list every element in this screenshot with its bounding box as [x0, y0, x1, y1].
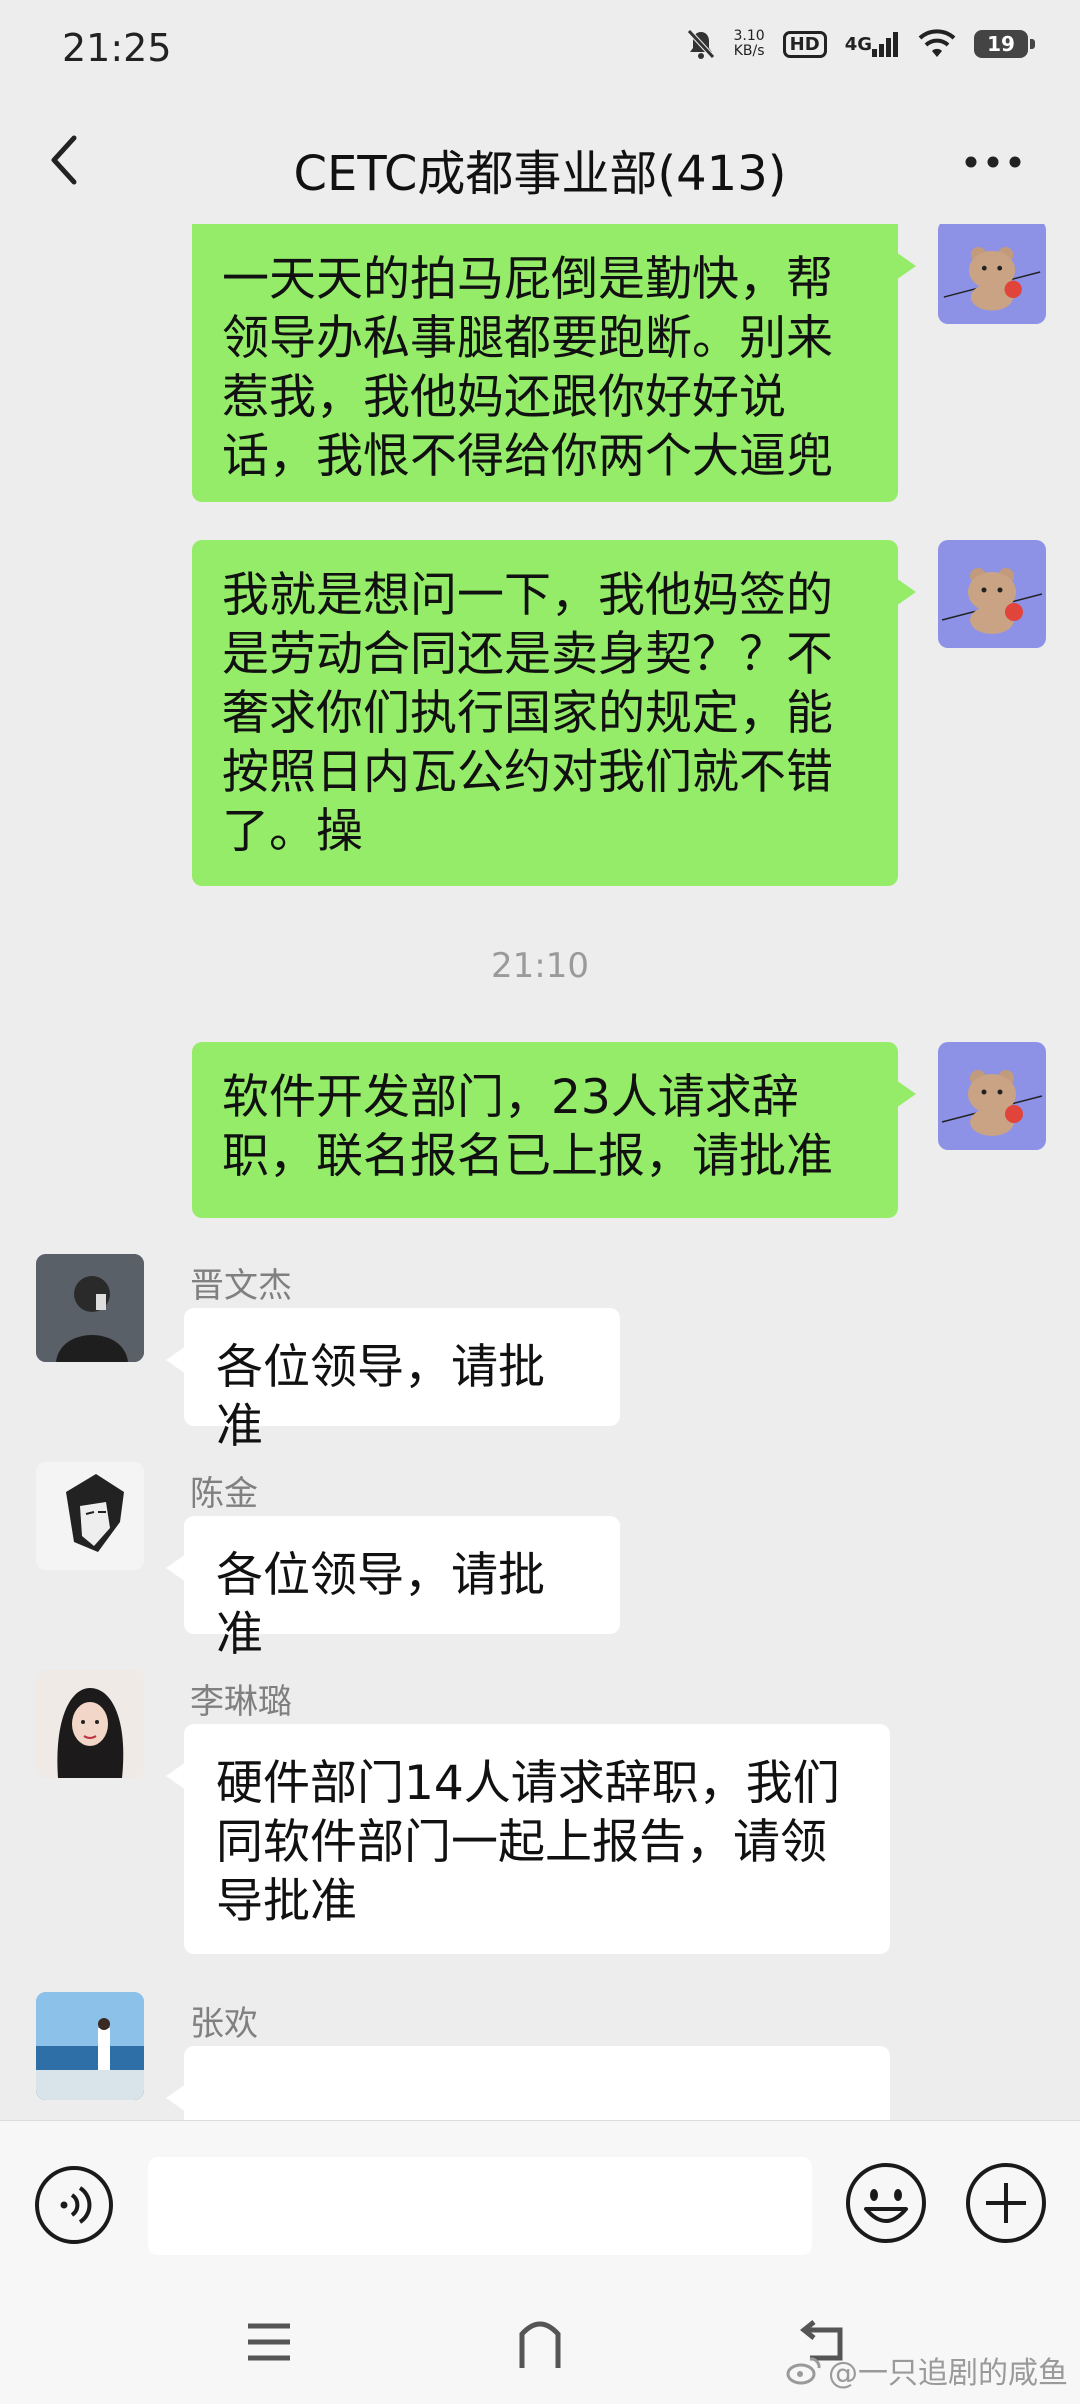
my-avatar[interactable] [938, 224, 1046, 324]
incoming-message-bubble[interactable]: 各位领导，请批准 [166, 1516, 620, 1662]
watermark-text: @一只追剧的咸鱼 [828, 2356, 1068, 2391]
timestamp-divider: 21:10 [491, 946, 589, 986]
sketch-portrait-icon [36, 1462, 144, 1570]
outgoing-message-bubble[interactable]: 我就是想问一下，我他妈签的是劳动合同还是卖身契？？不奢求你们执行国家的规定，能按… [192, 540, 916, 886]
plus-icon [966, 2163, 1046, 2243]
message-input[interactable] [148, 2157, 812, 2255]
emoji-icon [846, 2163, 926, 2243]
incoming-message-bubble[interactable] [166, 2046, 890, 2120]
message-text: 软件开发部门，23人请求辞职，联名报名已上报，请批准 [222, 1070, 833, 1184]
incoming-message-bubble[interactable]: 硬件部门14人请求辞职，我们同软件部门一起上报告，请领导批准 [166, 1724, 890, 1954]
battery-indicator: 19 [974, 30, 1035, 58]
message-list[interactable]: 一天天的拍马屁倒是勤快，帮领导办私事腿都要跑断。别来惹我，我他妈还跟你好好说话，… [0, 224, 1080, 2120]
bear-avatar-icon [941, 1070, 1043, 1136]
recent-apps-button[interactable] [246, 2320, 292, 2364]
input-bar [0, 2120, 1080, 2291]
sender-avatar[interactable] [36, 1992, 144, 2100]
sender-avatar[interactable] [36, 1254, 144, 1362]
sender-name: 陈金 [190, 1474, 258, 1514]
status-bar: 21:25 3.10 KB/s HD 4G 19 [0, 0, 1080, 96]
my-avatar[interactable] [938, 1042, 1046, 1150]
more-dots-icon [965, 156, 1021, 168]
sender-avatar[interactable] [36, 1462, 144, 1570]
hd-badge: HD [782, 30, 827, 58]
voice-button[interactable] [34, 2165, 114, 2245]
message-text: 各位领导，请批准 [216, 1548, 545, 1662]
my-avatar[interactable] [938, 540, 1046, 648]
chat-header: CETC成都事业部(413) [0, 96, 1080, 224]
net-speed: 3.10 KB/s [734, 29, 765, 59]
incoming-message-bubble[interactable]: 各位领导，请批准 [166, 1308, 620, 1454]
status-icons: 3.10 KB/s HD 4G 19 [686, 28, 1035, 60]
net-speed-unit: KB/s [733, 43, 765, 59]
more-button[interactable] [958, 142, 1028, 182]
message-text: 硬件部门14人请求辞职，我们同软件部门一起上报告，请领导批准 [216, 1756, 840, 1929]
voice-icon [35, 2166, 113, 2244]
network-type: 4G [844, 33, 872, 55]
message-text: 各位领导，请批准 [216, 1340, 545, 1454]
home-arch-icon [519, 2321, 561, 2368]
sender-name: 李琳璐 [190, 1682, 292, 1722]
sender-name: 张欢 [190, 2004, 258, 2044]
outgoing-message-bubble[interactable]: 一天天的拍马屁倒是勤快，帮领导办私事腿都要跑断。别来惹我，我他妈还跟你好好说话，… [192, 224, 916, 502]
weibo-logo-icon [786, 2357, 821, 2385]
sender-avatar[interactable] [36, 1670, 144, 1778]
cellular-signal-icon: 4G [845, 31, 900, 57]
net-speed-value: 3.10 [733, 28, 765, 44]
sender-name: 晋文杰 [190, 1266, 292, 1306]
message-text: 一天天的拍马屁倒是勤快，帮领导办私事腿都要跑断。别来惹我，我他妈还跟你好好说话，… [222, 252, 833, 484]
person-photo-icon [36, 1254, 144, 1362]
more-features-button[interactable] [964, 2161, 1048, 2245]
message-text: 我就是想问一下，我他妈签的是劳动合同还是卖身契？？不奢求你们执行国家的规定，能按… [222, 568, 833, 859]
menu-lines-icon [248, 2323, 290, 2361]
mute-bell-icon [686, 28, 716, 60]
watermark: @一只追剧的咸鱼 [786, 2348, 1068, 2392]
bear-avatar-icon [943, 246, 1041, 311]
emoji-button[interactable] [844, 2161, 928, 2245]
chat-title: CETC成都事业部(413) [293, 146, 787, 202]
bear-avatar-icon [941, 568, 1043, 634]
wifi-icon [918, 29, 956, 59]
outgoing-message-bubble[interactable]: 软件开发部门，23人请求辞职，联名报名已上报，请批准 [192, 1042, 916, 1218]
beach-photo-icon [36, 1992, 144, 2100]
system-navigation-bar: @一只追剧的咸鱼 [0, 2290, 1080, 2404]
woman-photo-icon [36, 1670, 144, 1778]
home-button[interactable] [518, 2314, 562, 2370]
status-time: 21:25 [62, 26, 172, 70]
